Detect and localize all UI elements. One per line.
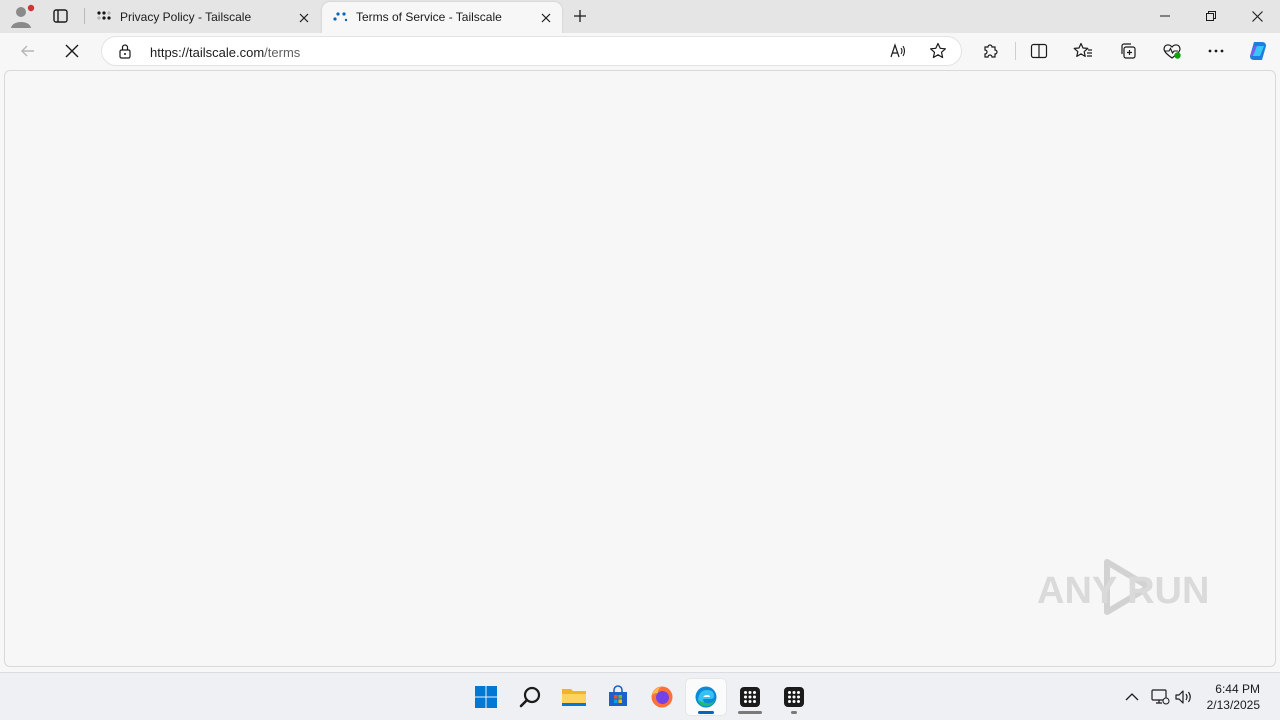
tab-actions-icon: [53, 9, 68, 23]
loading-spinner-icon: [333, 12, 348, 22]
edge-icon: [695, 686, 717, 708]
tailscale-favicon-icon: [97, 11, 111, 20]
taskbar-search-button[interactable]: [510, 679, 550, 715]
split-screen-button[interactable]: [1024, 37, 1054, 65]
copilot-icon: [1250, 42, 1266, 60]
close-icon: [299, 13, 309, 23]
tab-separator: [84, 8, 85, 24]
close-window-button[interactable]: [1234, 0, 1280, 32]
search-icon: [519, 686, 541, 708]
split-screen-icon: [1030, 43, 1048, 59]
taskbar-app-grid-2[interactable]: [774, 679, 814, 715]
restore-icon: [1206, 11, 1216, 21]
collections-button[interactable]: [1113, 37, 1143, 65]
tab-privacy-policy[interactable]: Privacy Policy - Tailscale: [86, 2, 320, 33]
url-host: https://tailscale.com: [150, 45, 265, 60]
plus-icon: [574, 10, 586, 22]
star-icon: [930, 42, 946, 59]
tab-close-button[interactable]: [294, 8, 314, 28]
taskbar: 6:44 PM 2/13/2025: [0, 672, 1280, 720]
running-app-indicator: [738, 711, 762, 714]
active-app-indicator: [698, 711, 714, 714]
tab-title: Privacy Policy - Tailscale: [120, 10, 252, 24]
close-icon: [1251, 10, 1263, 22]
taskbar-app-grid-1[interactable]: [730, 679, 770, 715]
network-button[interactable]: [1149, 685, 1171, 709]
tab-title: Terms of Service - Tailscale: [356, 10, 502, 24]
favorites-button[interactable]: [1068, 37, 1098, 65]
store-icon: [609, 685, 627, 706]
copilot-button[interactable]: [1243, 37, 1273, 65]
close-icon: [541, 13, 551, 23]
toolbar-separator: [1015, 42, 1016, 60]
tab-terms-of-service[interactable]: Terms of Service - Tailscale: [322, 2, 562, 33]
app-grid-icon: [784, 687, 804, 707]
show-hidden-icons-button[interactable]: [1121, 685, 1143, 709]
favorites-icon: [1073, 42, 1092, 57]
volume-button[interactable]: [1173, 685, 1195, 709]
browser-toolbar: https://tailscale.com/terms: [0, 33, 1280, 70]
address-bar[interactable]: https://tailscale.com/terms: [101, 36, 962, 66]
file-explorer-icon: [562, 689, 586, 706]
clock-time: 6:44 PM: [1215, 682, 1260, 696]
profile-avatar-icon: [11, 4, 35, 28]
running-app-indicator: [791, 711, 797, 714]
browser-essentials-button[interactable]: [1157, 37, 1187, 65]
taskbar-firefox[interactable]: [642, 679, 682, 715]
tab-strip: Privacy Policy - Tailscale Terms of Serv…: [0, 0, 1280, 33]
settings-and-more-button[interactable]: [1201, 37, 1231, 65]
anyrun-watermark: ANY RUN: [1037, 559, 1209, 615]
collections-icon: [1121, 43, 1136, 59]
read-aloud-icon: [890, 43, 906, 58]
firefox-icon: [651, 686, 673, 708]
start-icon: [475, 686, 497, 708]
network-icon: [1151, 689, 1170, 705]
restore-button[interactable]: [1188, 0, 1234, 32]
taskbar-edge[interactable]: [686, 679, 726, 715]
address-url[interactable]: https://tailscale.com/terms: [150, 45, 300, 60]
new-tab-button[interactable]: [568, 5, 592, 27]
tab-close-button[interactable]: [536, 8, 556, 28]
lock-icon[interactable]: [118, 43, 132, 59]
clock-date: 2/13/2025: [1206, 698, 1260, 712]
speaker-icon: [1175, 690, 1191, 704]
stop-icon: [65, 44, 79, 58]
back-arrow-icon: [21, 45, 34, 57]
back-button[interactable]: [13, 37, 43, 65]
extensions-button[interactable]: [976, 37, 1006, 65]
stop-loading-button[interactable]: [57, 37, 87, 65]
tab-actions-button[interactable]: [47, 5, 73, 27]
system-clock[interactable]: 6:44 PM 2/13/2025: [1207, 681, 1260, 713]
add-favorite-button[interactable]: [924, 39, 952, 63]
app-grid-icon: [740, 687, 760, 707]
heart-pulse-icon: [1163, 44, 1181, 59]
profile-button[interactable]: [7, 3, 37, 29]
minimize-icon: [1160, 15, 1170, 17]
read-aloud-button[interactable]: [884, 39, 912, 63]
minimize-button[interactable]: [1142, 0, 1188, 32]
chevron-up-icon: [1125, 693, 1139, 701]
taskbar-file-explorer[interactable]: [554, 679, 594, 715]
start-button[interactable]: [466, 679, 506, 715]
taskbar-store[interactable]: [598, 679, 638, 715]
url-path: /terms: [264, 45, 301, 60]
more-icon: [1208, 49, 1224, 53]
page-content[interactable]: ANY RUN: [4, 70, 1276, 667]
puzzle-icon: [984, 44, 998, 58]
watermark-text: ANY RUN: [1037, 570, 1209, 612]
